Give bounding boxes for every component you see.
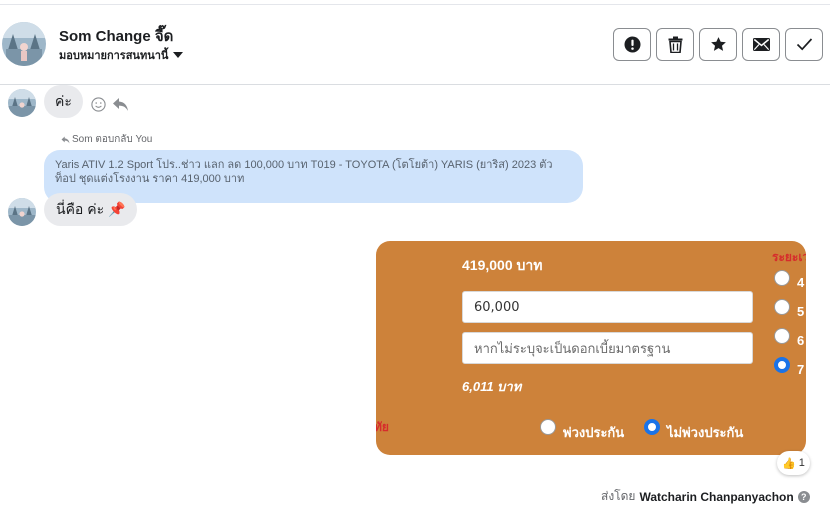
period-radio-6[interactable] — [774, 328, 790, 344]
quoted-text: Yaris ATIV 1.2 Sport โปร..ช่าว แลก ลด 10… — [55, 159, 553, 185]
message-text: ค่ะ — [55, 92, 72, 109]
reply-meta: Som ตอบกลับ You — [61, 132, 152, 147]
period-radio-7[interactable] — [774, 357, 790, 373]
trash-icon — [668, 36, 682, 53]
reply-arrow-icon — [61, 136, 70, 143]
mail-icon — [752, 38, 770, 51]
reaction-count: 1 — [798, 457, 805, 469]
period-header: ระยะเวลา — [772, 250, 806, 264]
star-button[interactable] — [699, 28, 737, 61]
thumbs-up-icon: 👍 — [782, 457, 796, 470]
monthly-payment: 6,011 บาท — [462, 379, 522, 394]
loan-calculator-card[interactable]: 419,000 บาท 60,000 หากไม่ระบุจะเป็นดอกเบ… — [376, 241, 806, 455]
sender-avatar[interactable] — [8, 89, 36, 117]
help-icon[interactable]: ? — [797, 490, 810, 503]
alert-icon — [624, 36, 640, 53]
down-payment-field[interactable]: 60,000 — [462, 291, 753, 323]
star-icon — [710, 37, 726, 51]
insurance-without-label: ไม่พ่วงประกัน — [667, 425, 744, 440]
contact-name: Som Change จี๊ด — [59, 28, 174, 45]
conversation-header: Som Change จี๊ด มอบหมายการสนทนานี้ — [0, 5, 830, 85]
period-label: 7 — [797, 362, 805, 377]
check-icon — [796, 38, 812, 51]
period-label: 6 — [797, 333, 805, 348]
message-text: นี่คือ ค่ะ 📌 — [56, 200, 126, 217]
sender-avatar[interactable] — [8, 198, 36, 226]
car-price: 419,000 บาท — [462, 257, 543, 273]
contact-avatar[interactable] — [2, 22, 46, 66]
sent-by: ส่งโดย Watcharin Chanpanyachon ? — [601, 487, 810, 505]
sent-by-prefix: ส่งโดย — [601, 489, 636, 503]
caret-down-icon — [173, 52, 184, 58]
insurance-header: ทัย — [376, 420, 389, 434]
delete-button[interactable] — [656, 28, 694, 61]
assign-conversation-dropdown[interactable]: มอบหมายการสนทนานี้ — [59, 46, 184, 64]
interest-rate-field[interactable]: หากไม่ระบุจะเป็นดอกเบี้ยมาตรฐาน — [462, 332, 753, 364]
assign-label: มอบหมายการสนทนานี้ — [59, 50, 169, 62]
period-radio-5[interactable] — [774, 299, 790, 315]
mark-done-button[interactable] — [785, 28, 823, 61]
period-label: 5 — [797, 304, 805, 319]
insurance-with-label: พ่วงประกัน — [563, 425, 625, 440]
sender-name: Watcharin Chanpanyachon — [639, 489, 794, 504]
message-bubble[interactable]: นี่คือ ค่ะ 📌 — [44, 193, 138, 226]
emoji-reaction-icon[interactable] — [91, 97, 106, 112]
insurance-with-radio[interactable] — [540, 419, 556, 435]
message-bubble[interactable]: ค่ะ — [44, 85, 83, 118]
period-label: 4 — [797, 275, 805, 290]
reply-icon[interactable] — [112, 97, 129, 112]
insurance-without-radio[interactable] — [644, 419, 660, 435]
period-radio-4[interactable] — [774, 270, 790, 286]
report-button[interactable] — [613, 28, 651, 61]
reaction-badge[interactable]: 👍 1 — [777, 451, 810, 475]
reply-meta-text: Som ตอบกลับ You — [72, 134, 153, 145]
mark-unread-button[interactable] — [742, 28, 780, 61]
